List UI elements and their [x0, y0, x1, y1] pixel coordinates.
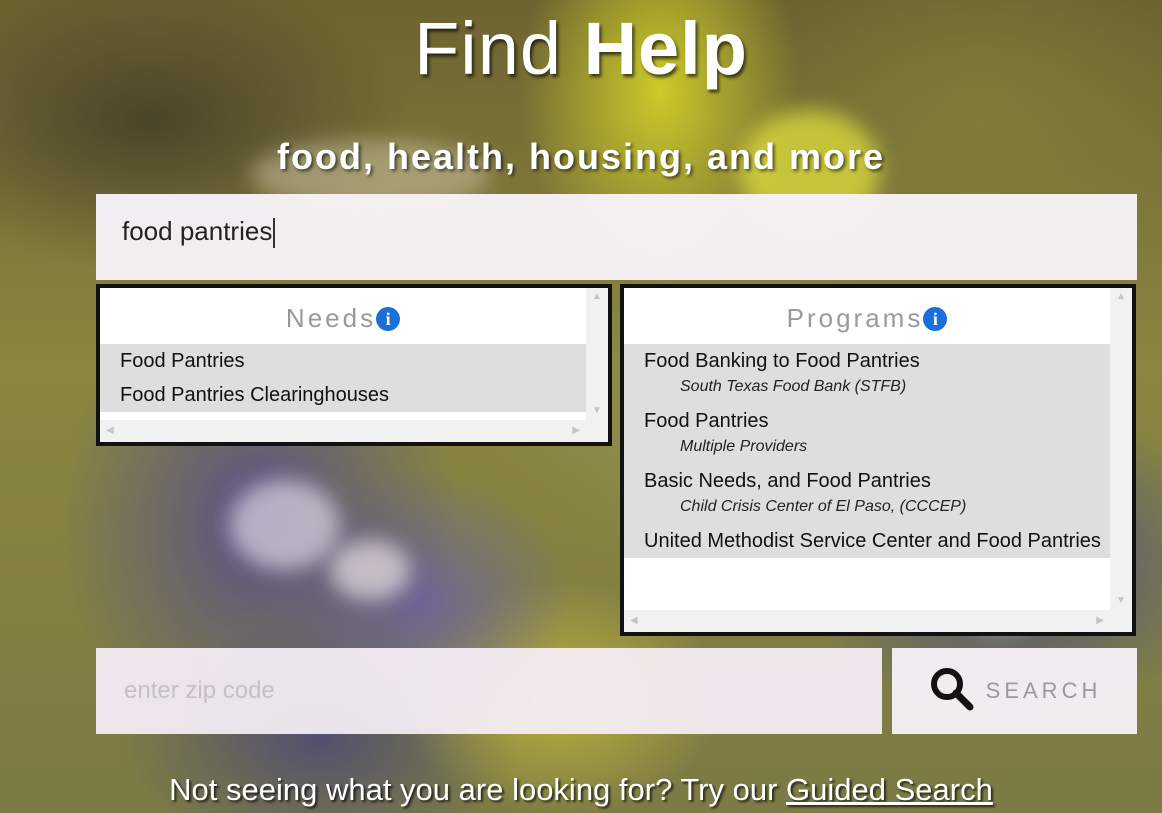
program-name: Basic Needs, and Food Pantries: [644, 470, 931, 492]
search-button-label: SEARCH: [985, 678, 1102, 703]
programs-heading: Programs i: [624, 288, 1110, 344]
scrollbar-corner: [1110, 610, 1132, 632]
info-icon[interactable]: i: [376, 307, 401, 331]
page-subtitle: food, health, housing, and more: [277, 136, 885, 177]
needs-heading: Needs i: [100, 288, 586, 344]
search-query-text: food pantries: [122, 216, 273, 246]
program-provider: South Texas Food Bank (STFB): [680, 378, 907, 395]
program-provider: Child Crisis Center of El Paso, (CCCEP): [680, 498, 967, 515]
needs-item[interactable]: Food Pantries: [100, 344, 586, 378]
needs-item[interactable]: Food Pantries Clearinghouses: [100, 378, 586, 412]
program-name: Food Banking to Food Pantries: [644, 350, 920, 372]
zip-code-field[interactable]: [96, 648, 882, 734]
info-icon[interactable]: i: [923, 307, 948, 331]
programs-suggestions-panel: Programs i Food Banking to Food Pantries …: [620, 284, 1136, 636]
program-item[interactable]: Basic Needs, and Food Pantries Child Cri…: [624, 464, 1110, 518]
horizontal-scrollbar[interactable]: ◀ ▶: [100, 420, 586, 442]
program-name: Food Pantries: [644, 410, 769, 432]
zip-code-input[interactable]: [122, 676, 856, 706]
horizontal-scrollbar[interactable]: ◀ ▶: [624, 610, 1110, 632]
programs-list: Food Banking to Food Pantries South Texa…: [624, 344, 1110, 558]
program-provider: Multiple Providers: [680, 438, 808, 455]
program-name: United Methodist Service Center and Food…: [644, 530, 1101, 552]
search-input[interactable]: food pantries: [96, 194, 1137, 280]
needs-list: Food Pantries Food Pantries Clearinghous…: [100, 344, 586, 412]
program-item[interactable]: Food Pantries Multiple Providers: [624, 404, 1110, 458]
program-item[interactable]: United Methodist Service Center and Food…: [624, 524, 1110, 558]
footer-prompt: Not seeing what you are looking for? Try…: [0, 772, 1162, 808]
guided-search-link[interactable]: Guided Search: [786, 772, 993, 807]
search-icon: [928, 665, 976, 718]
scrollbar-corner: [586, 420, 608, 442]
program-item[interactable]: Food Banking to Food Pantries South Texa…: [624, 344, 1110, 398]
page-title: Find Help: [414, 7, 748, 90]
vertical-scrollbar[interactable]: ▲ ▼: [1110, 288, 1132, 610]
needs-suggestions-panel: Needs i Food Pantries Food Pantries Clear…: [96, 284, 612, 446]
text-caret: [273, 218, 276, 249]
search-button[interactable]: SEARCH: [892, 648, 1137, 734]
vertical-scrollbar[interactable]: ▲ ▼: [586, 288, 608, 420]
footer-text: Not seeing what you are looking for? Try…: [169, 772, 778, 807]
